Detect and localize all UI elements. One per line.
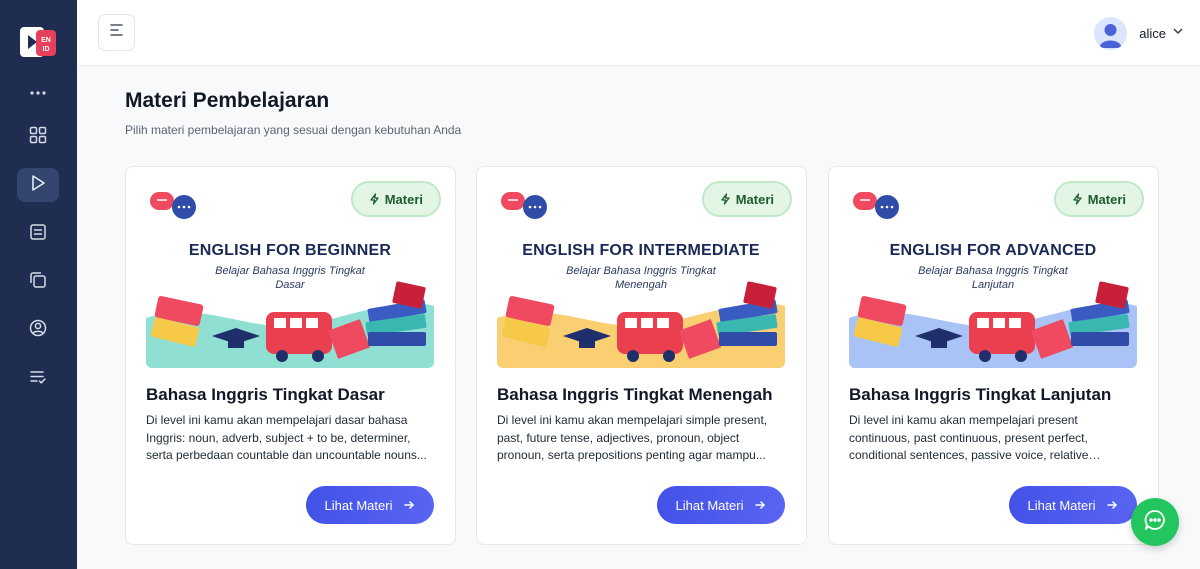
badge-label: Materi [384, 191, 423, 207]
thumbnail-illustration [146, 281, 434, 368]
page-title: Materi Pembelajaran [125, 89, 330, 112]
menu-toggle-button[interactable] [98, 14, 135, 51]
arrow-right-icon [755, 498, 766, 513]
course-description: Di level ini kamu akan mempelajari dasar… [146, 413, 427, 462]
course-description: Di level ini kamu akan mempelajari prese… [849, 413, 1089, 466]
thumbnail-illustration [497, 281, 785, 368]
chat-bubbles-icon [501, 192, 547, 219]
chat-icon [1143, 508, 1167, 537]
user-menu[interactable]: alice [1094, 16, 1184, 50]
view-material-button[interactable]: Lihat Materi [657, 486, 785, 524]
app-logo[interactable]: EN ID [18, 25, 58, 59]
sidebar-item-dashboard[interactable] [17, 120, 59, 154]
checklist-icon [28, 367, 48, 392]
thumbnail-illustration [849, 281, 1137, 368]
badge-label: Materi [735, 191, 774, 207]
user-circle-icon [28, 318, 48, 343]
play-icon [28, 173, 48, 198]
view-material-label: Lihat Materi [324, 497, 393, 513]
menu-icon [109, 23, 125, 42]
svg-text:EN: EN [41, 37, 51, 44]
course-card[interactable]: ENGLISH FOR BEGINNER Belajar Bahasa Ingg… [125, 166, 456, 545]
chevron-down-icon [1172, 24, 1184, 42]
svg-text:ID: ID [43, 46, 50, 53]
chat-bubbles-icon [853, 192, 899, 219]
top-header: alice [77, 0, 1200, 66]
course-title: Bahasa Inggris Tingkat Dasar [146, 385, 385, 404]
badge-label: Materi [1087, 191, 1126, 207]
bolt-icon [1073, 193, 1082, 205]
view-material-button[interactable]: Lihat Materi [1009, 486, 1137, 524]
page-subtitle: Pilih materi pembelajaran yang sesuai de… [125, 123, 462, 137]
view-material-button[interactable]: Lihat Materi [306, 486, 434, 524]
course-title: Bahasa Inggris Tingkat Menengah [497, 385, 773, 404]
copy-icon [28, 270, 48, 295]
view-material-label: Lihat Materi [675, 497, 744, 513]
sidebar-item-tasks[interactable] [17, 362, 59, 396]
sidebar-item-materi[interactable] [17, 168, 59, 202]
view-material-label: Lihat Materi [1027, 497, 1096, 513]
document-icon [28, 222, 48, 247]
course-card[interactable]: ENGLISH FOR ADVANCED Belajar Bahasa Ingg… [828, 166, 1159, 545]
avatar [1094, 16, 1128, 50]
chat-button[interactable] [1131, 498, 1179, 546]
sidebar-item-document[interactable] [17, 217, 59, 251]
course-card[interactable]: ENGLISH FOR INTERMEDIATE Belajar Bahasa … [476, 166, 807, 545]
thumbnail-title: ENGLISH FOR INTERMEDIATE [522, 242, 760, 259]
material-badge: Materi [350, 181, 441, 217]
more-dots-icon [28, 83, 48, 108]
bolt-icon [721, 193, 730, 205]
material-badge: Materi [701, 181, 792, 217]
course-title: Bahasa Inggris Tingkat Lanjutan [849, 385, 1112, 404]
bolt-icon [370, 193, 379, 205]
thumbnail-title: ENGLISH FOR ADVANCED [889, 242, 1097, 259]
sidebar-item-more[interactable] [17, 78, 59, 112]
arrow-right-icon [404, 498, 415, 513]
username: alice [1139, 25, 1166, 41]
chat-bubbles-icon [150, 192, 196, 219]
sidebar: EN ID [0, 0, 77, 569]
course-description: Di level ini kamu akan mempelajari simpl… [497, 413, 768, 462]
thumbnail-title: ENGLISH FOR BEGINNER [188, 242, 392, 259]
arrow-right-icon [1107, 498, 1118, 513]
sidebar-item-profile[interactable] [17, 313, 59, 347]
grid-icon [28, 125, 48, 150]
sidebar-item-copy[interactable] [17, 265, 59, 299]
material-badge: Materi [1053, 181, 1144, 217]
